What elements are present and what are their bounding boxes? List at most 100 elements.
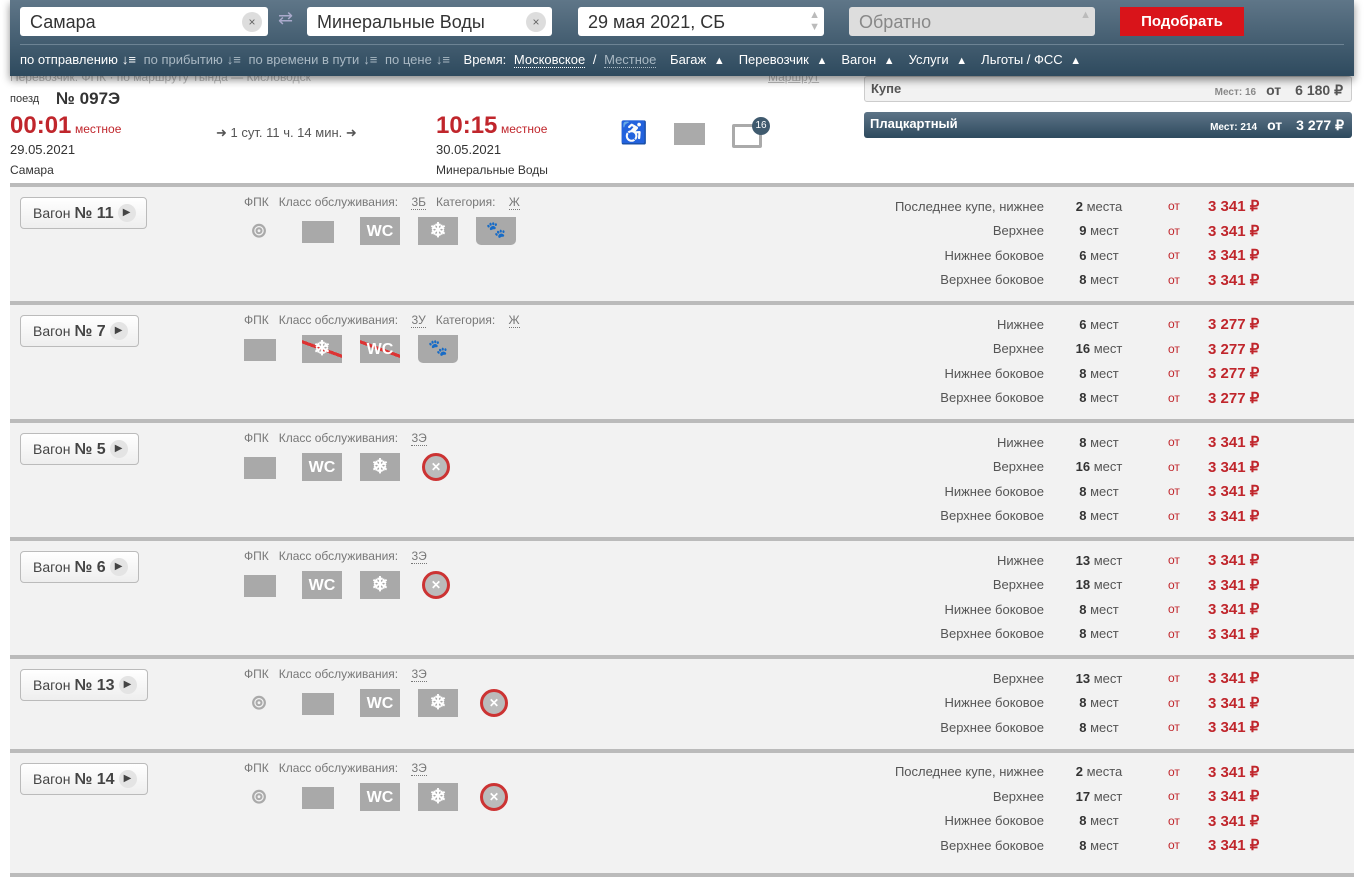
seat-row[interactable]: Нижнее 13 мест от 3 341 ₽	[800, 548, 1354, 573]
filter-dropdown[interactable]: Перевозчик ▲	[739, 52, 832, 67]
seat-row[interactable]: Нижнее боковое 8 мест от 3 341 ₽	[800, 809, 1354, 834]
return-date-input[interactable]: Обратно ▲	[849, 7, 1095, 36]
seat-row[interactable]: Нижнее боковое 8 мест от 3 341 ₽	[800, 597, 1354, 622]
seat-count-unit: мест	[1090, 365, 1119, 381]
service-slot: ❄	[360, 571, 418, 601]
category[interactable]: Ж	[508, 313, 520, 328]
category[interactable]: Ж	[508, 195, 520, 210]
time-local-toggle[interactable]: Местное	[604, 52, 657, 68]
price-from: от	[1168, 720, 1180, 735]
seat-count-number: 6	[1079, 247, 1087, 263]
car-button[interactable]: Вагон № 6 ▶	[20, 551, 139, 583]
date-spinner-icon[interactable]: ▲ ▼	[809, 9, 820, 33]
seat-count-unit: мест	[1090, 272, 1119, 288]
seat-price: 3 277 ₽	[1208, 316, 1260, 334]
seat-row[interactable]: Нижнее боковое 8 мест от 3 341 ₽	[800, 691, 1354, 716]
car-button[interactable]: Вагон № 11 ▶	[20, 197, 147, 229]
service-class[interactable]: 3Э	[411, 667, 427, 682]
train-label: поезд	[10, 93, 40, 105]
seat-count-unit: места	[1086, 198, 1123, 214]
filter-label: Услуги	[908, 52, 949, 67]
car-button[interactable]: Вагон № 13 ▶	[20, 669, 148, 701]
seat-row[interactable]: Нижнее боковое 8 мест от 3 277 ₽	[800, 361, 1354, 386]
seat-row[interactable]: Верхнее боковое 8 мест от 3 341 ₽	[800, 622, 1354, 647]
seat-row[interactable]: Верхнее боковое 8 мест от 3 341 ₽	[800, 268, 1354, 293]
seat-count-number: 13	[1075, 670, 1091, 686]
seat-row[interactable]: Нижнее 8 мест от 3 341 ₽	[800, 430, 1354, 455]
fare-from: от	[1267, 117, 1283, 133]
seat-row[interactable]: Верхнее боковое 8 мест от 3 341 ₽	[800, 504, 1354, 529]
return-spinner-icon[interactable]: ▲	[1080, 9, 1091, 21]
seat-count: 8 мест	[1044, 366, 1140, 381]
filter-dropdown[interactable]: Льготы / ФСС ▲	[981, 52, 1085, 67]
seat-row[interactable]: Верхнее 9 мест от 3 341 ₽	[800, 219, 1354, 244]
arrival-station: Минеральные Воды	[436, 163, 548, 177]
car-button[interactable]: Вагон № 7 ▶	[20, 315, 139, 347]
search-button[interactable]: Подобрать	[1120, 7, 1244, 36]
service-class[interactable]: 3Э	[411, 760, 427, 776]
clear-to-button[interactable]: ×	[526, 12, 546, 32]
wc-unavailable-icon: WC	[360, 335, 400, 363]
car-row: Вагон № 14 ▶ ФПК Класс обслуживания: 3Э ⊚ WC…	[10, 748, 1354, 873]
swap-icon[interactable]: ⇄	[278, 8, 293, 29]
seat-price: 3 341 ₽	[1208, 247, 1260, 265]
seat-count-number: 8	[1079, 272, 1087, 288]
filter-dropdown[interactable]: Услуги ▲	[909, 52, 972, 67]
seat-row[interactable]: Нижнее боковое 6 мест от 3 341 ₽	[800, 243, 1354, 268]
seat-count: 9 мест	[1044, 223, 1140, 238]
time-moscow-toggle[interactable]: Московское	[513, 52, 586, 68]
sort-icon: ↓≡	[435, 52, 450, 67]
seat-row[interactable]: Верхнее 18 мест от 3 341 ₽	[800, 573, 1354, 598]
seat-price: 3 341 ₽	[1208, 837, 1260, 855]
filter-dropdown[interactable]: Вагон ▲	[841, 52, 898, 67]
service-slot	[302, 217, 360, 247]
chevron-right-icon: ▶	[117, 204, 136, 223]
sort-by-duration[interactable]: по времени в пути ↓≡	[249, 52, 378, 67]
seat-row[interactable]: Последнее купе, нижнее 2 места от 3 341 ₽	[800, 194, 1354, 219]
filter-label: Вагон	[841, 52, 877, 67]
seat-row[interactable]: Верхнее боковое 8 мест от 3 341 ₽	[800, 715, 1354, 740]
seat-type: Верхнее боковое	[940, 508, 1044, 524]
seat-row[interactable]: Верхнее 17 мест от 3 341 ₽	[800, 784, 1354, 809]
car-button[interactable]: Вагон № 5 ▶	[20, 433, 139, 465]
seat-row[interactable]: Верхнее 16 мест от 3 277 ₽	[800, 337, 1354, 362]
divider	[20, 44, 1344, 45]
sort-by-price[interactable]: по цене ↓≡	[385, 52, 450, 67]
to-input[interactable]: Минеральные Воды ×	[307, 7, 552, 36]
service-class[interactable]: 3Э	[411, 549, 427, 564]
fare-coupe[interactable]: Купе Мест: 16 от 6 180 ₽	[864, 76, 1352, 102]
fare-platzkart[interactable]: Плацкартный Мест: 214 от 3 277 ₽	[864, 112, 1352, 138]
class-label: Класс обслуживания:	[278, 667, 399, 681]
seat-row[interactable]: Верхнее 16 мест от 3 341 ₽	[800, 455, 1354, 480]
seat-row[interactable]: Нижнее боковое 8 мест от 3 341 ₽	[800, 479, 1354, 504]
seat-count-number: 8	[1079, 483, 1087, 499]
car-button[interactable]: Вагон № 14 ▶	[20, 762, 148, 795]
car-label: Вагон	[33, 323, 71, 339]
car-label: Вагон	[33, 559, 71, 575]
service-class[interactable]: 3Э	[411, 431, 427, 446]
seat-count: 8 мест	[1044, 695, 1140, 710]
price-from: от	[1168, 671, 1180, 686]
seat-price: 3 341 ₽	[1208, 788, 1260, 806]
no-pets-icon: ✕	[422, 571, 450, 599]
clear-from-button[interactable]: ×	[242, 12, 262, 32]
seat-count-unit: мест	[1090, 837, 1119, 853]
car-number: № 11	[74, 205, 114, 222]
service-class[interactable]: 3Б	[411, 195, 427, 210]
seat-row[interactable]: Верхнее боковое 8 мест от 3 277 ₽	[800, 386, 1354, 411]
seat-row[interactable]: Верхнее боковое 8 мест от 3 341 ₽	[800, 833, 1354, 858]
sort-by-arrival[interactable]: по прибытию ↓≡	[144, 52, 241, 67]
service-class[interactable]: 3У	[411, 313, 426, 328]
wc-icon: WC	[360, 782, 400, 811]
seat-count-unit: мест	[1093, 459, 1123, 475]
filter-dropdown[interactable]: Багаж ▲	[670, 52, 729, 67]
seat-row[interactable]: Последнее купе, нижнее 2 места от 3 341 ₽	[800, 760, 1354, 785]
sort-by-departure[interactable]: по отправлению ↓≡	[20, 52, 136, 67]
arrival-time: 10:15	[436, 112, 498, 139]
date-input[interactable]: 29 мая 2021, СБ ▲ ▼	[578, 7, 824, 36]
seat-row[interactable]: Верхнее 13 мест от 3 341 ₽	[800, 666, 1354, 691]
sort-icon: ↓≡	[226, 52, 241, 67]
seat-price: 3 341 ₽	[1208, 483, 1260, 501]
from-input[interactable]: Самара ×	[20, 7, 268, 36]
seat-row[interactable]: Нижнее 6 мест от 3 277 ₽	[800, 312, 1354, 337]
